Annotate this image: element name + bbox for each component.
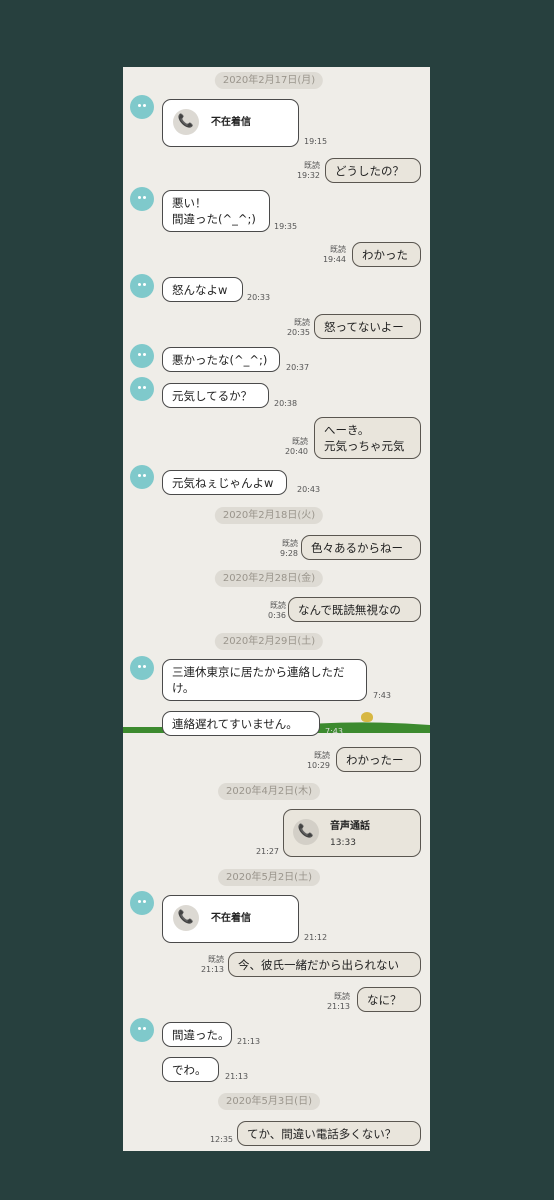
message-time: 12:35 — [209, 1135, 233, 1144]
message-bubble[interactable]: 怒ってないよー — [314, 314, 421, 339]
date-separator: 2020年2月17日(月) — [214, 72, 324, 89]
phone-icon: 📞 — [173, 109, 199, 135]
call-label: 不在着信 — [211, 117, 251, 128]
missed-call-bubble[interactable]: 📞 不在着信 — [162, 895, 299, 943]
message-bubble[interactable]: へーき。 元気っちゃ元気 — [314, 417, 421, 459]
message-time: 19:44 — [322, 255, 346, 264]
message-bubble[interactable]: どうしたの？ — [325, 158, 421, 183]
phone-icon: 📞 — [173, 905, 199, 931]
avatar-icon[interactable] — [130, 465, 154, 489]
message-time: 0:36 — [268, 611, 286, 620]
message-time: 21:13 — [326, 1002, 350, 1011]
message-line: 間違った(^_^;) — [172, 212, 256, 226]
message-time: 20:37 — [286, 363, 310, 372]
message-time: 19:15 — [304, 137, 328, 146]
message-time: 21:12 — [304, 933, 328, 942]
avatar-icon[interactable] — [130, 1018, 154, 1042]
read-time: 既読 20:35 — [283, 318, 310, 338]
date-separator: 2020年2月18日(火) — [214, 507, 324, 524]
message-bubble[interactable]: 連絡遅れてすいません。 — [162, 711, 320, 736]
message-bubble[interactable]: てか、間違い電話多くない？ — [237, 1121, 421, 1146]
date-separator: 2020年4月2日(木) — [218, 783, 320, 800]
message-bubble[interactable]: なんで既読無視なの — [288, 597, 421, 622]
message-time: 19:35 — [274, 222, 298, 231]
message-line: け。 — [172, 681, 195, 695]
avatar-icon[interactable] — [130, 95, 154, 119]
message-time: 21:13 — [200, 965, 224, 974]
call-label: 音声通話 — [330, 821, 370, 832]
read-label: 既読 — [314, 751, 330, 760]
missed-call-bubble[interactable]: 📞 不在着信 — [162, 99, 299, 147]
message-bubble[interactable]: わかった — [352, 242, 421, 267]
avatar-icon[interactable] — [130, 377, 154, 401]
voice-call-bubble[interactable]: 📞 音声通話 13:33 — [283, 809, 421, 857]
message-bubble[interactable]: 間違った。 — [162, 1022, 232, 1047]
read-label: 既読 — [294, 318, 310, 327]
message-line: へーき。 — [324, 423, 370, 437]
read-time: 既読 19:32 — [293, 161, 320, 181]
read-label: 既読 — [304, 161, 320, 170]
read-label: 既読 — [270, 601, 286, 610]
date-separator: 2020年2月28日(金) — [214, 570, 324, 587]
avatar-icon[interactable] — [130, 891, 154, 915]
message-time: 9:28 — [280, 549, 298, 558]
phone-icon: 📞 — [293, 819, 319, 845]
date-separator: 2020年5月2日(土) — [218, 869, 320, 886]
read-label: 既読 — [330, 245, 346, 254]
message-time: 20:35 — [286, 328, 310, 337]
read-label: 既読 — [282, 539, 298, 548]
character-icon — [361, 712, 373, 722]
avatar-icon[interactable] — [130, 344, 154, 368]
message-time: 21:13 — [225, 1072, 249, 1081]
message-bubble[interactable]: なに？ — [357, 987, 421, 1012]
message-bubble[interactable]: 怒んなよw — [162, 277, 243, 302]
message-bubble[interactable]: 悪い！ 間違った(^_^;) — [162, 190, 270, 232]
read-time: 既読 19:44 — [319, 245, 346, 265]
message-time: 21:13 — [237, 1037, 261, 1046]
date-separator: 2020年2月29日(土) — [214, 633, 324, 650]
message-line: 悪い！ — [172, 196, 207, 210]
message-line: 三連休東京に居たから連絡しただ — [172, 665, 345, 679]
message-time: 20:40 — [284, 447, 308, 456]
read-time: 既読 21:13 — [197, 955, 224, 975]
avatar-icon[interactable] — [130, 187, 154, 211]
read-label: 既読 — [208, 955, 224, 964]
read-label: 既読 — [334, 992, 350, 1001]
chat-window: 2020年2月17日(月) 📞 不在着信 19:15 既読 19:32 どうした… — [123, 67, 430, 1151]
read-time: 既読 20:40 — [281, 437, 308, 457]
message-bubble[interactable]: わかったー — [336, 747, 421, 772]
call-duration: 13:33 — [330, 838, 356, 848]
read-time: 既読 21:13 — [323, 992, 350, 1012]
message-time: 10:29 — [306, 761, 330, 770]
read-time: 既読 9:28 — [271, 539, 298, 559]
message-bubble[interactable]: 今、彼氏一緒だから出られない — [228, 952, 421, 977]
message-time: 20:38 — [274, 399, 298, 408]
read-time: 既読 0:36 — [259, 601, 286, 621]
avatar-icon[interactable] — [130, 274, 154, 298]
message-time: 20:33 — [247, 293, 271, 302]
message-bubble[interactable]: 元気してるか？ — [162, 383, 269, 408]
message-bubble[interactable]: 色々あるからねー — [301, 535, 421, 560]
read-time: 既読 10:29 — [303, 751, 330, 771]
avatar-icon[interactable] — [130, 656, 154, 680]
message-time: 7:43 — [373, 691, 391, 700]
message-bubble[interactable]: 悪かったな(^_^;) — [162, 347, 280, 372]
date-separator: 2020年5月3日(日) — [218, 1093, 320, 1110]
message-time: 20:43 — [297, 485, 321, 494]
message-time: 7:43 — [325, 727, 343, 736]
message-bubble[interactable]: でわ。 — [162, 1057, 219, 1082]
message-bubble[interactable]: 元気ねぇじゃんよw — [162, 470, 287, 495]
read-label: 既読 — [292, 437, 308, 446]
message-time: 21:27 — [255, 847, 279, 856]
message-time: 19:32 — [296, 171, 320, 180]
message-bubble[interactable]: 三連休東京に居たから連絡しただ け。 — [162, 659, 367, 701]
message-line: 元気っちゃ元気 — [324, 439, 405, 453]
call-label: 不在着信 — [211, 913, 251, 924]
